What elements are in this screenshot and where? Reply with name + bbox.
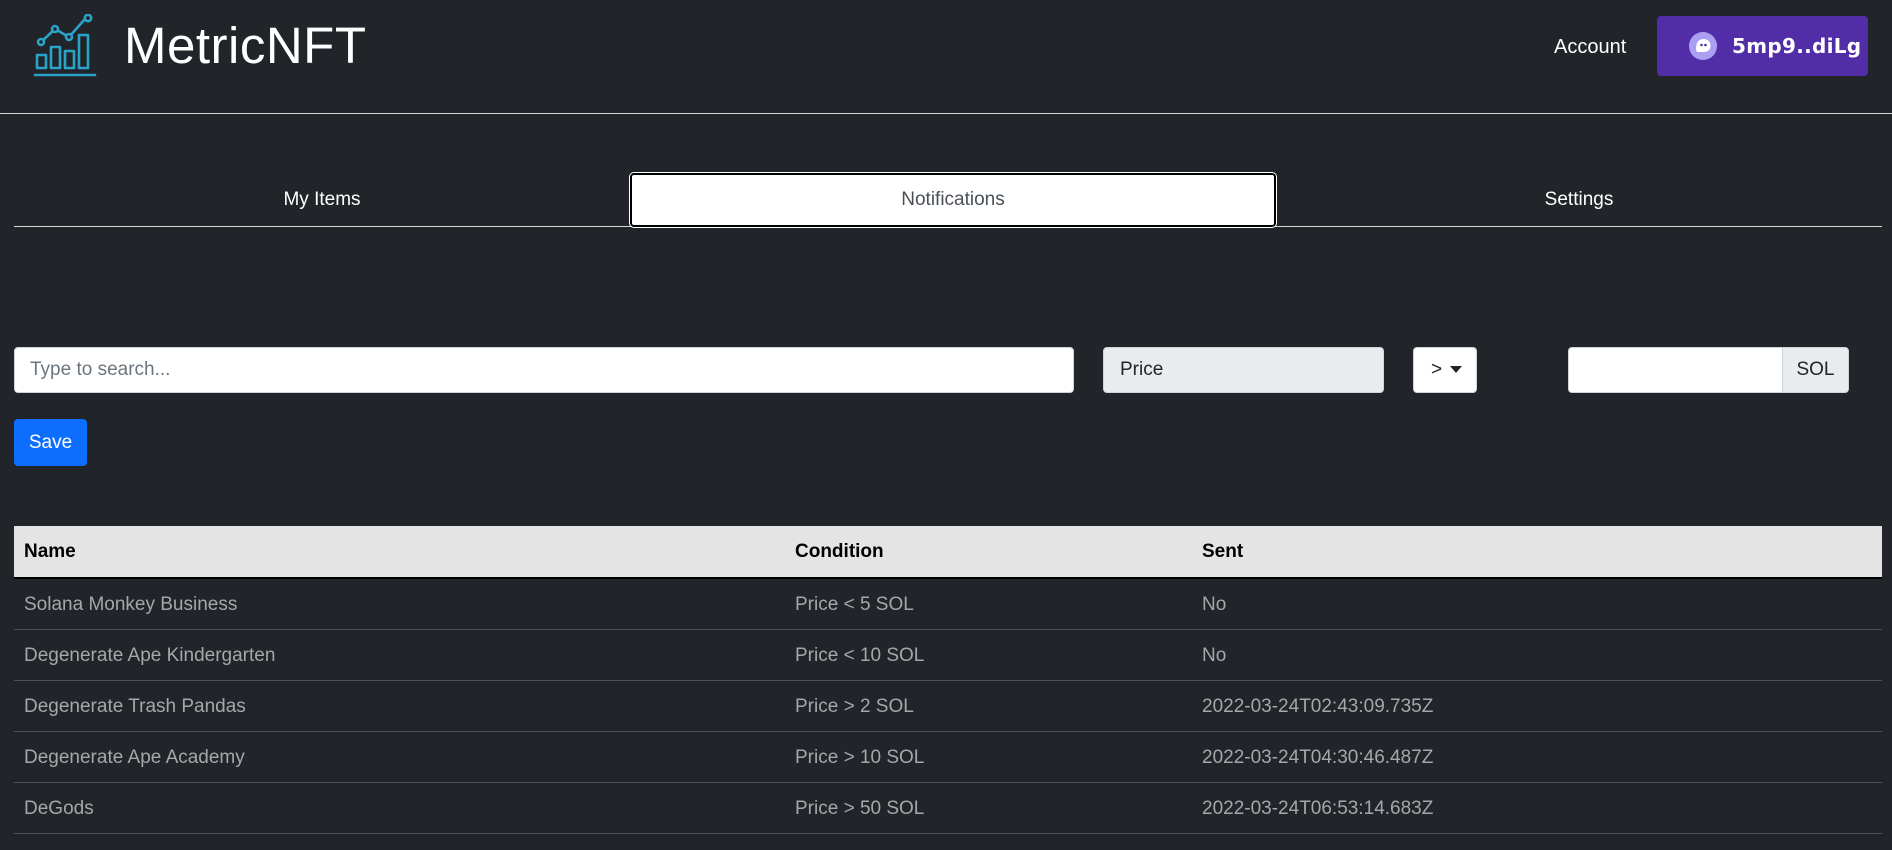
tab-notifications[interactable]: Notifications <box>629 172 1277 228</box>
header: MetricNFT Account 5mp9..diLg <box>0 0 1892 114</box>
save-button[interactable]: Save <box>14 419 87 466</box>
cell-sent: No <box>1202 645 1227 666</box>
column-header-condition: Condition <box>795 541 884 562</box>
cell-sent: No <box>1202 594 1227 615</box>
operator-dropdown[interactable]: > <box>1413 347 1477 393</box>
brand-title[interactable]: MetricNFT <box>124 16 366 76</box>
cell-condition: Price > 10 SOL <box>795 747 925 768</box>
table-row[interactable]: Solana Monkey Business Price < 5 SOL No <box>14 579 1882 630</box>
caret-down-icon <box>1450 366 1462 373</box>
column-header-sent: Sent <box>1202 541 1244 562</box>
value-input[interactable] <box>1568 347 1783 393</box>
ghost-icon <box>1689 32 1717 60</box>
table-row[interactable]: Degenerate Trash Pandas Price > 2 SOL 20… <box>14 681 1882 732</box>
wallet-address: 5mp9..diLg <box>1732 34 1862 58</box>
operator-value: > <box>1431 359 1443 380</box>
cell-condition: Price > 50 SOL <box>795 798 925 819</box>
column-header-name: Name <box>24 541 76 562</box>
cell-condition: Price < 10 SOL <box>795 645 925 666</box>
cell-condition: Price < 5 SOL <box>795 594 914 615</box>
cell-name: Solana Monkey Business <box>24 594 238 615</box>
account-link[interactable]: Account <box>1554 35 1626 59</box>
metric-label: Price <box>1103 347 1384 393</box>
table-row[interactable]: DeGods Price > 50 SOL 2022-03-24T06:53:1… <box>14 783 1882 834</box>
search-input[interactable] <box>14 347 1074 393</box>
cell-condition: Price > 2 SOL <box>795 696 914 717</box>
cell-name: Degenerate Ape Kindergarten <box>24 645 276 666</box>
cell-name: Degenerate Trash Pandas <box>24 696 246 717</box>
table-row[interactable]: Degenerate Ape Academy Price > 10 SOL 20… <box>14 732 1882 783</box>
cell-name: Degenerate Ape Academy <box>24 747 245 768</box>
tab-bar: My Items Notifications Settings <box>14 172 1882 228</box>
cell-sent: 2022-03-24T04:30:46.487Z <box>1202 747 1434 768</box>
cell-name: DeGods <box>24 798 94 819</box>
tab-my-items[interactable]: My Items <box>14 173 630 227</box>
chart-growth-icon <box>33 14 97 77</box>
notifications-table: Name Condition Sent Solana Monkey Busine… <box>14 526 1882 834</box>
tab-settings[interactable]: Settings <box>1276 173 1882 227</box>
wallet-button[interactable]: 5mp9..diLg <box>1657 16 1868 76</box>
table-header: Name Condition Sent <box>14 526 1882 579</box>
cell-sent: 2022-03-24T02:43:09.735Z <box>1202 696 1434 717</box>
unit-label: SOL <box>1782 347 1849 393</box>
table-row[interactable]: Degenerate Ape Kindergarten Price < 10 S… <box>14 630 1882 681</box>
cell-sent: 2022-03-24T06:53:14.683Z <box>1202 798 1434 819</box>
